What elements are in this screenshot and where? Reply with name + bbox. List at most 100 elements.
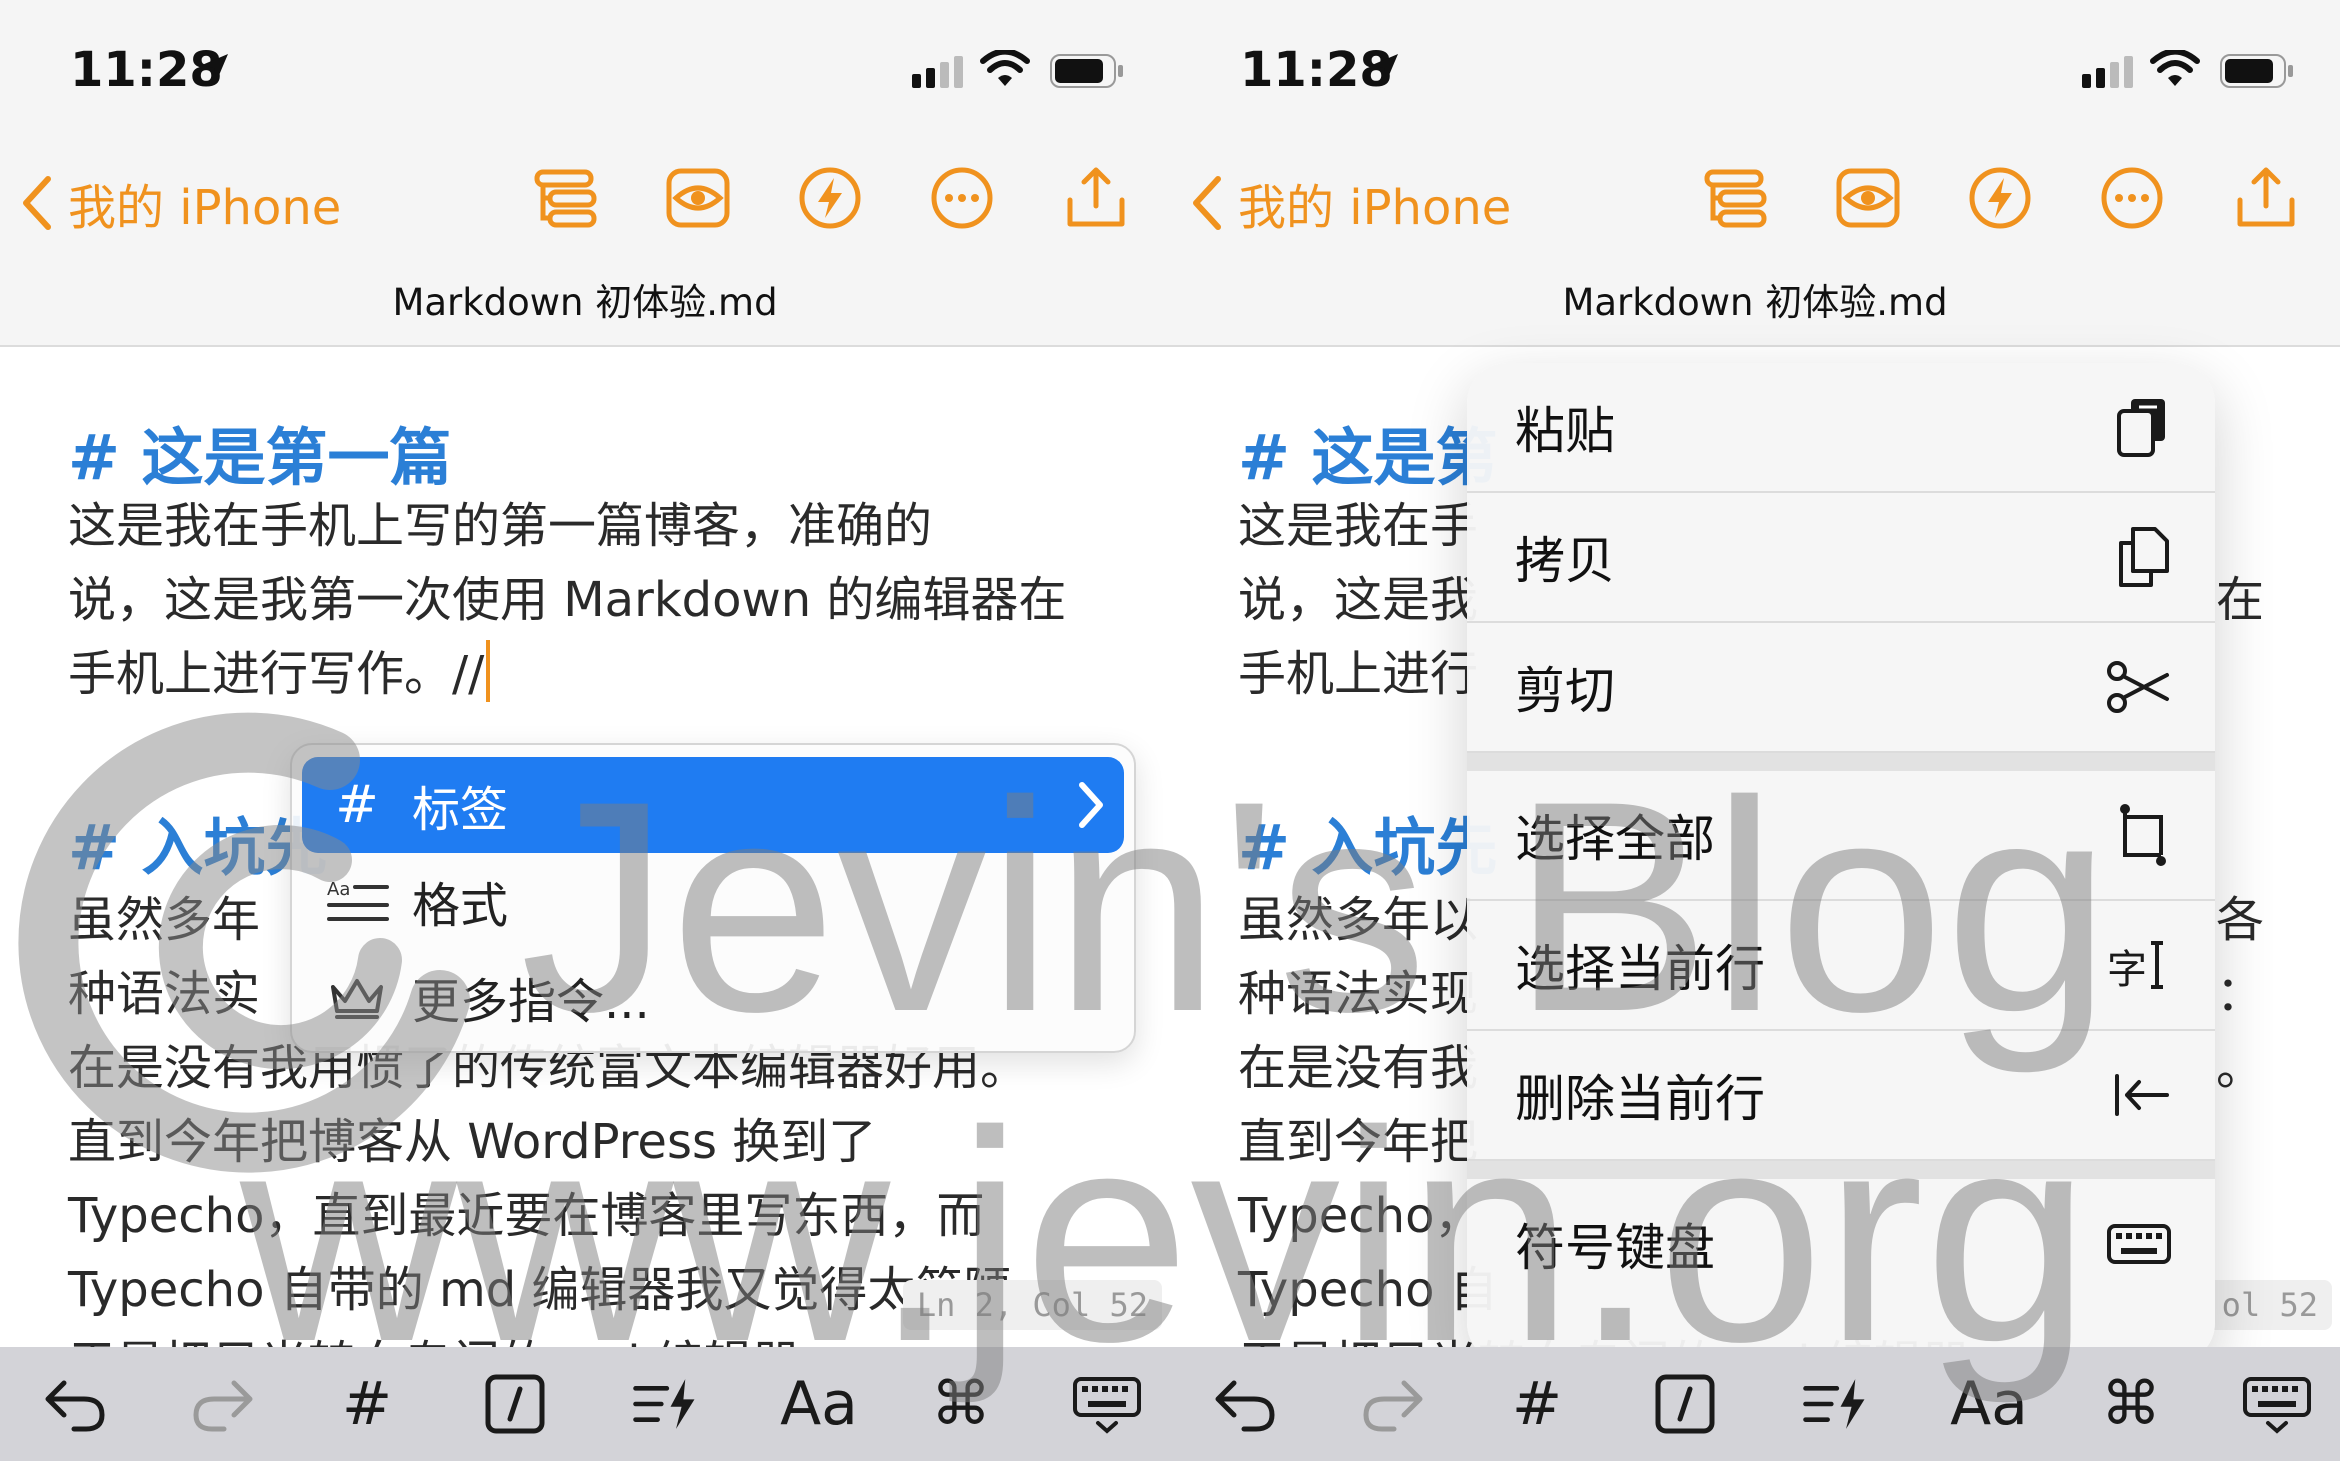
lightning-icon[interactable] xyxy=(1968,166,2032,230)
menu-item-paste[interactable]: 粘贴 xyxy=(1467,363,2215,493)
italic-slash-icon[interactable] xyxy=(480,1369,550,1439)
popup-item-format[interactable]: Aa 格式 xyxy=(302,853,1124,949)
menu-item-label: 剪切 xyxy=(1515,662,1615,720)
navigation-bar: 我的 iPhone Markdown 初体验.md xyxy=(0,140,1170,347)
context-menu: 粘贴 拷贝 剪切 选择全部 选择当前行 字 删除当前行 符号键盘 xyxy=(1467,363,2215,1363)
wifi-icon xyxy=(980,50,1030,86)
menu-item-cut[interactable]: 剪切 xyxy=(1467,623,2215,753)
document-title: Markdown 初体验.md xyxy=(392,281,778,324)
redo-icon[interactable] xyxy=(1358,1369,1428,1439)
command-key[interactable]: ⌘ xyxy=(926,1369,996,1439)
menu-item-delete-line[interactable]: 删除当前行 xyxy=(1467,1031,2215,1161)
paragraph-line-text: 手机上进行写作。// xyxy=(68,646,485,702)
right-phone-screen: 11:28 我的 iPhone Markdown 初体验.md # 这是第 这是… xyxy=(1170,0,2340,1461)
heading-2: # 入坑先 xyxy=(68,811,328,884)
hash-icon: # xyxy=(335,775,379,835)
text-cursor xyxy=(486,640,491,702)
italic-slash-icon[interactable] xyxy=(1650,1369,1720,1439)
paragraph-line: 这是我在手机上写的第一篇博客，准确的 xyxy=(68,498,933,554)
back-button[interactable]: 我的 iPhone xyxy=(22,168,341,238)
paragraph-line: Typecho，直到最近要在博客里写东西，而 xyxy=(68,1188,985,1244)
cellular-signal-icon xyxy=(2082,56,2133,88)
status-bar: 11:28 xyxy=(0,0,1170,140)
menu-item-copy[interactable]: 拷贝 xyxy=(1467,493,2215,623)
paragraph-line: 直到今年把博客从 WordPress 换到了 xyxy=(68,1114,877,1170)
chevron-left-icon xyxy=(23,176,51,230)
redo-icon[interactable] xyxy=(188,1369,258,1439)
heading-2: # 入坑先 xyxy=(1238,811,1498,884)
menu-item-label: 选择全部 xyxy=(1515,810,1715,868)
hide-keyboard-icon[interactable] xyxy=(1072,1369,1142,1439)
paragraph-line: 说，这是我第一次使用 Markdown 的编辑器在 xyxy=(68,572,1067,628)
more-options-icon[interactable] xyxy=(930,166,994,230)
keyboard-toolbar: # Aa ⌘ xyxy=(0,1347,1170,1461)
heading-1: # 这是第 xyxy=(1238,421,1498,494)
format-icon: Aa xyxy=(302,877,412,925)
crown-icon xyxy=(302,973,412,1021)
popup-item-label: 格式 xyxy=(412,878,509,934)
paragraph-line-tail: ： xyxy=(2216,966,2265,1022)
keyboard-toolbar: # Aa ⌘ xyxy=(1170,1347,2340,1461)
command-popup: # 标签 Aa 格式 更多指令... xyxy=(290,743,1136,1053)
hide-keyboard-icon[interactable] xyxy=(2242,1369,2312,1439)
font-format-key[interactable]: Aa xyxy=(774,1369,864,1439)
share-icon[interactable] xyxy=(1064,166,1128,230)
location-arrow-icon xyxy=(1372,54,1398,80)
chevron-right-icon xyxy=(1079,782,1103,828)
chevron-left-icon xyxy=(1193,176,1221,230)
popup-item-more-commands[interactable]: 更多指令... xyxy=(302,949,1124,1045)
popup-item-tags[interactable]: # 标签 xyxy=(302,757,1124,853)
cursor-position-indicator: Ln 2, Col 52 xyxy=(902,1280,1162,1330)
location-arrow-icon xyxy=(202,54,228,80)
paragraph-line: 手机上进行写作。// xyxy=(68,637,1138,711)
menu-item-label: 选择当前行 xyxy=(1515,940,1765,998)
paragraph-1: 这是我在手机上写的第一篇博客，准确的 说，这是我第一次使用 Markdown 的… xyxy=(68,489,1138,711)
back-label: 我的 iPhone xyxy=(1238,180,1512,236)
outline-icon[interactable] xyxy=(534,166,598,230)
menu-item-label: 删除当前行 xyxy=(1515,1070,1765,1128)
battery-icon xyxy=(1050,54,1123,88)
menu-separator xyxy=(1467,1161,2215,1179)
menu-item-label: 符号键盘 xyxy=(1515,1219,1715,1277)
paste-icon xyxy=(2117,399,2165,457)
paragraph-line-tail: 在 xyxy=(2216,572,2265,628)
keyboard-icon xyxy=(2107,1224,2171,1264)
outline-icon[interactable] xyxy=(1704,166,1768,230)
font-format-key[interactable]: Aa xyxy=(1944,1369,2034,1439)
preview-eye-icon[interactable] xyxy=(666,166,730,230)
cursor-position-indicator: ol 52 xyxy=(2207,1280,2332,1330)
lightning-icon[interactable] xyxy=(798,166,862,230)
command-key[interactable]: ⌘ xyxy=(2096,1369,2166,1439)
paragraph-line-tail: 。 xyxy=(2216,1040,2265,1096)
hash-key[interactable]: # xyxy=(1502,1369,1572,1439)
popup-item-label: 更多指令... xyxy=(412,974,650,1030)
copy-icon xyxy=(2119,527,2169,587)
battery-icon xyxy=(2220,54,2293,88)
hash-key[interactable]: # xyxy=(332,1369,402,1439)
left-phone-screen: 11:28 我的 iPhone Markdown 初体验.md # 这是第一篇 … xyxy=(0,0,1170,1461)
preview-eye-icon[interactable] xyxy=(1836,166,1900,230)
menu-item-symbol-keyboard[interactable]: 符号键盘 xyxy=(1467,1179,2215,1309)
undo-icon[interactable] xyxy=(40,1369,110,1439)
back-label: 我的 iPhone xyxy=(68,180,342,236)
select-all-icon xyxy=(2120,804,2166,866)
heading-1: # 这是第一篇 xyxy=(68,421,452,494)
svg-text:Aa: Aa xyxy=(327,879,350,900)
share-icon[interactable] xyxy=(2234,166,2298,230)
more-options-icon[interactable] xyxy=(2100,166,2164,230)
menu-item-label: 粘贴 xyxy=(1515,402,1615,460)
select-line-icon: 字 xyxy=(2107,941,2163,993)
menu-item-select-all[interactable]: 选择全部 xyxy=(1467,771,2215,901)
quick-format-icon[interactable] xyxy=(630,1369,700,1439)
quick-format-icon[interactable] xyxy=(1800,1369,1870,1439)
menu-item-select-line[interactable]: 选择当前行 字 xyxy=(1467,901,2215,1031)
undo-icon[interactable] xyxy=(1210,1369,1280,1439)
paragraph-line-tail: 各 xyxy=(2216,892,2265,948)
navigation-bar: 我的 iPhone Markdown 初体验.md xyxy=(1170,140,2340,347)
menu-separator xyxy=(1467,753,2215,771)
wifi-icon xyxy=(2150,50,2200,86)
svg-text:字: 字 xyxy=(2107,947,2147,993)
status-bar: 11:28 xyxy=(1170,0,2340,140)
delete-line-icon xyxy=(2115,1074,2169,1116)
back-button[interactable]: 我的 iPhone xyxy=(1192,168,1511,238)
